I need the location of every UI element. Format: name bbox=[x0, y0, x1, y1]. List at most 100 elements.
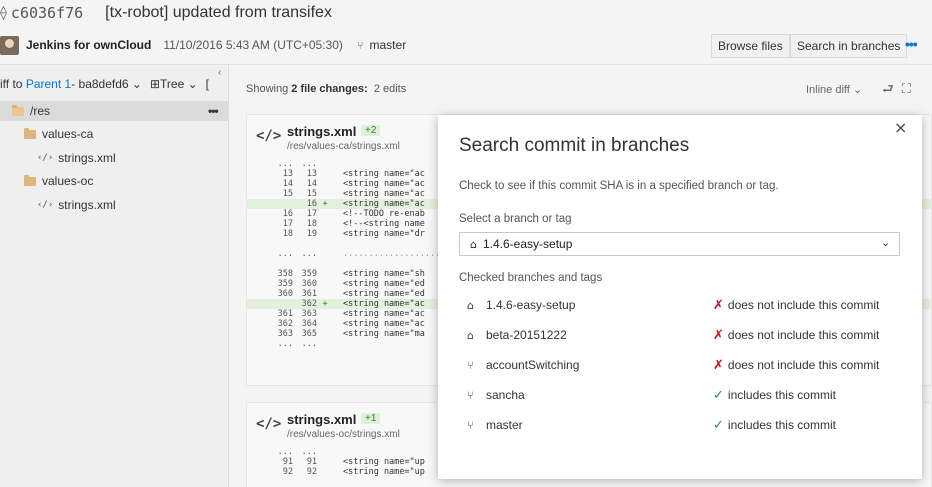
comments-toggle-icon[interactable]: ⮐ bbox=[882, 82, 902, 97]
result-status-text: does not include this commit bbox=[727, 298, 880, 312]
line-text bbox=[333, 239, 343, 249]
new-line-number: ... bbox=[301, 447, 317, 457]
author-row: Jenkins for ownCloud 11/10/2016 5:43 AM … bbox=[0, 34, 406, 56]
old-line-number: 359 bbox=[277, 279, 293, 289]
old-line-number: 91 bbox=[282, 457, 293, 467]
file-tree-sidebar: iff to Parent 1 - ba8defd6 ⌄ ⊞ Tree ⌄ [ … bbox=[0, 65, 229, 487]
tree-item-more-button[interactable]: ••• bbox=[208, 104, 219, 118]
line-text: <string name="ed bbox=[343, 289, 425, 299]
inline-diff-dropdown[interactable]: Inline diff ⌄ bbox=[806, 83, 862, 96]
old-line-number: ... bbox=[277, 249, 293, 259]
line-text bbox=[333, 447, 343, 457]
old-line-number: 15 bbox=[282, 189, 293, 199]
old-line-number: 358 bbox=[277, 269, 293, 279]
avatar bbox=[0, 35, 19, 55]
diff-marker bbox=[317, 339, 333, 349]
showing-count: 2 file changes: bbox=[291, 83, 368, 95]
showing-suffix: 2 edits bbox=[373, 83, 407, 95]
tree-item-label: strings.xml bbox=[58, 151, 116, 165]
code-file-icon: </> bbox=[256, 416, 282, 432]
parent-sha-dropdown[interactable]: - ba8defd6 ⌄ bbox=[71, 77, 142, 91]
new-line-number: 361 bbox=[301, 289, 317, 299]
tree-item-res[interactable]: /res ••• bbox=[0, 101, 228, 121]
collapse-sidebar-icon[interactable]: ‹ bbox=[218, 67, 221, 78]
line-text: <string name="up bbox=[343, 467, 425, 477]
diff-marker bbox=[317, 179, 333, 189]
old-line-number: ... bbox=[277, 447, 293, 457]
new-line-number: 365 bbox=[301, 329, 317, 339]
tree-item-strings-oc[interactable]: ‹/› strings.xml bbox=[37, 195, 116, 215]
diff-marker bbox=[317, 229, 333, 239]
branch-tag-select[interactable]: ⌂ 1.4.6-easy-setup ⌄ bbox=[459, 232, 900, 256]
diff-marker bbox=[317, 259, 333, 269]
folder-icon bbox=[24, 127, 36, 139]
result-row: ⑂ accountSwitching ✗ does not include this … bbox=[459, 355, 900, 375]
diff-marker bbox=[317, 269, 333, 279]
new-line-number: 359 bbox=[301, 269, 317, 279]
old-line-number bbox=[247, 259, 293, 269]
parent-link[interactable]: Parent 1 bbox=[26, 77, 71, 91]
change-summary: Showing 2 file changes: 2 edits bbox=[246, 83, 406, 95]
fullscreen-icon[interactable]: ⛶ bbox=[902, 82, 919, 97]
line-text bbox=[333, 159, 343, 169]
result-status: ✗ does not include this commit bbox=[713, 328, 879, 343]
result-ref-name: master bbox=[486, 418, 523, 432]
result-status-text: does not include this commit bbox=[727, 358, 880, 372]
diff-marker bbox=[317, 189, 333, 199]
showing-prefix: Showing bbox=[246, 83, 289, 95]
close-icon[interactable]: × bbox=[894, 118, 907, 137]
diff-marker bbox=[317, 159, 333, 169]
commit-id[interactable]: c6036f76 bbox=[11, 4, 83, 22]
file-name[interactable]: strings.xml bbox=[287, 124, 356, 139]
diff-marker bbox=[317, 289, 333, 299]
tree-item-label: values-ca bbox=[42, 127, 94, 141]
tree-item-label: /res bbox=[30, 104, 51, 118]
branch-icon: ⑂ bbox=[467, 358, 474, 372]
tree-item-strings-ca[interactable]: ‹/› strings.xml bbox=[37, 148, 116, 168]
new-line-number: ... bbox=[301, 339, 317, 349]
branch-name[interactable]: master bbox=[370, 38, 407, 52]
diff-marker bbox=[317, 467, 333, 477]
browse-files-button[interactable]: Browse files bbox=[711, 34, 790, 58]
author-name[interactable]: Jenkins for ownCloud bbox=[26, 38, 151, 52]
line-text: <string name="ma bbox=[343, 329, 425, 339]
search-in-branches-button[interactable]: Search in branches bbox=[790, 34, 908, 58]
old-line-number bbox=[247, 239, 293, 249]
new-line-number bbox=[293, 239, 317, 249]
more-actions-button[interactable]: ••• bbox=[905, 36, 918, 52]
file-path: /res/values-oc/strings.xml bbox=[287, 429, 400, 440]
tree-item-values-oc[interactable]: values-oc bbox=[24, 171, 93, 191]
old-line-number: 363 bbox=[277, 329, 293, 339]
tree-item-values-ca[interactable]: values-ca bbox=[24, 124, 93, 144]
line-text: <string name="ac bbox=[343, 169, 425, 179]
diff-marker bbox=[317, 309, 333, 319]
code-file-icon: ‹/› bbox=[37, 200, 54, 210]
branch-icon: ⑂ bbox=[467, 388, 474, 402]
diff-marker bbox=[317, 219, 333, 229]
old-line-number: 92 bbox=[282, 467, 293, 477]
diff-marker bbox=[317, 447, 333, 457]
result-row: ⌂ beta-20151222 ✗ does not include this com… bbox=[459, 325, 900, 345]
commit-icon: ⟠ bbox=[0, 5, 7, 21]
line-text bbox=[333, 259, 343, 269]
line-text: <string name="ac bbox=[343, 319, 425, 329]
new-line-number: ... bbox=[301, 159, 317, 169]
new-line-number: 17 bbox=[306, 209, 317, 219]
commit-date: 11/10/2016 5:43 AM (UTC+05:30) bbox=[163, 38, 343, 52]
diff-marker bbox=[317, 239, 333, 249]
result-status-text: includes this commit bbox=[727, 418, 836, 432]
chevron-down-icon: ⌄ bbox=[881, 236, 891, 249]
old-line-number: 361 bbox=[277, 309, 293, 319]
result-ref-name: sancha bbox=[486, 388, 525, 402]
line-text: <!--<string name bbox=[343, 219, 425, 229]
old-line-number: 362 bbox=[277, 319, 293, 329]
branch-icon: ⑂ bbox=[467, 418, 474, 432]
result-status-text: includes this commit bbox=[727, 388, 836, 402]
diff-marker bbox=[317, 319, 333, 329]
diff-toolbar-icons: ⮐⛶ bbox=[882, 80, 919, 102]
line-text: <string name="ac bbox=[343, 299, 425, 309]
new-line-number: 91 bbox=[306, 457, 317, 467]
tree-view-dropdown[interactable]: Tree ⌄ bbox=[160, 77, 198, 91]
file-name[interactable]: strings.xml bbox=[287, 412, 356, 427]
line-text: <string name="sh bbox=[343, 269, 425, 279]
